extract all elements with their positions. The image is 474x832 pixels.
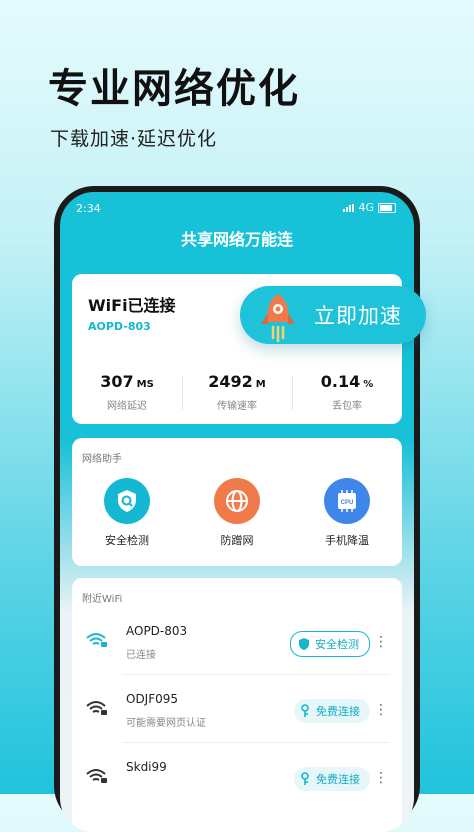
wifi-status-text: WiFi已连接 bbox=[88, 296, 176, 315]
security-check-label: 安全检测 bbox=[315, 638, 359, 651]
stats-row: 307 MS 网络延迟 2492 M 传输速率 0.14% 丢包率 bbox=[72, 372, 402, 412]
more-options-icon[interactable]: ⋮ bbox=[374, 700, 388, 720]
tool-phone-cooling[interactable]: CPU 手机降温 bbox=[292, 478, 402, 548]
stat-speed: 2492 M 传输速率 bbox=[182, 372, 292, 412]
nearby-title: 附近WiFi bbox=[82, 594, 123, 605]
free-connect-label: 免费连接 bbox=[316, 705, 360, 718]
tool-anti-leech-label: 防蹭网 bbox=[220, 534, 254, 547]
stat-latency-label: 网络延迟 bbox=[107, 401, 147, 412]
stat-packet-loss-label: 丢包率 bbox=[332, 401, 362, 412]
free-connect-button[interactable]: 免费连接 bbox=[294, 767, 370, 791]
svg-text:CPU: CPU bbox=[341, 500, 354, 506]
wifi-locked-icon bbox=[86, 700, 108, 720]
shield-search-icon bbox=[104, 478, 150, 524]
wifi-ssid: AOPD-803 bbox=[126, 624, 188, 638]
promo-subline: 下载加速·延迟优化 bbox=[50, 128, 218, 150]
wifi-row[interactable]: AOPD-803 已连接 安全检测 ⋮ bbox=[72, 606, 402, 672]
status-indicators: 4G bbox=[343, 201, 396, 214]
tool-anti-leech[interactable]: 防蹭网 bbox=[182, 478, 292, 548]
more-options-icon[interactable]: ⋮ bbox=[374, 632, 388, 652]
tool-cooling-label: 手机降温 bbox=[325, 534, 369, 547]
free-connect-label: 免费连接 bbox=[316, 773, 360, 786]
status-time: 2:34 bbox=[76, 202, 101, 215]
status-bar: 2:34 4G bbox=[60, 192, 414, 222]
wifi-status: 可能需要网页认证 bbox=[126, 718, 206, 729]
security-check-button[interactable]: 安全检测 bbox=[290, 631, 370, 657]
tool-security-label: 安全检测 bbox=[105, 534, 149, 547]
assistant-tools: 安全检测 防蹭网 CPU 手机降温 bbox=[72, 478, 402, 548]
signal-icon bbox=[343, 203, 355, 212]
tool-security-check[interactable]: 安全检测 bbox=[72, 478, 182, 548]
stat-latency-unit: MS bbox=[136, 379, 154, 390]
wifi-ssid: Skdi99 bbox=[126, 760, 167, 774]
wifi-locked-icon bbox=[86, 632, 108, 652]
free-connect-button[interactable]: 免费连接 bbox=[294, 699, 370, 723]
wifi-row[interactable]: Skdi99 免费连接 ⋮ bbox=[72, 742, 402, 808]
more-options-icon[interactable]: ⋮ bbox=[374, 768, 388, 788]
boost-label: 立即加速 bbox=[314, 304, 402, 328]
globe-icon bbox=[214, 478, 260, 524]
key-icon bbox=[300, 704, 312, 718]
phone-frame: 2:34 4G 共享网络万能连 WiFi已连接 AOPD-803 307 MS 网… bbox=[54, 186, 420, 832]
app-title: 共享网络万能连 bbox=[180, 230, 293, 249]
stat-packet-loss-value: 0.14 bbox=[320, 372, 361, 391]
network-assistant-card: 网络助手 安全检测 防蹭网 CPU 手机降温 bbox=[72, 438, 402, 566]
stat-latency: 307 MS 网络延迟 bbox=[72, 372, 182, 412]
assistant-title: 网络助手 bbox=[82, 454, 122, 465]
cpu-icon: CPU bbox=[324, 478, 370, 524]
wifi-ssid: ODJF095 bbox=[126, 692, 179, 706]
wifi-row[interactable]: ODJF095 可能需要网页认证 免费连接 ⋮ bbox=[72, 674, 402, 740]
promo-headline: 专业网络优化 bbox=[48, 66, 300, 112]
boost-button[interactable]: 立即加速 bbox=[240, 286, 426, 344]
stat-packet-loss-unit: % bbox=[363, 379, 374, 390]
stat-packet-loss: 0.14% 丢包率 bbox=[292, 372, 402, 412]
key-icon bbox=[300, 772, 312, 786]
stat-speed-label: 传输速率 bbox=[217, 401, 257, 412]
shield-icon bbox=[297, 637, 311, 651]
network-type: 4G bbox=[358, 201, 374, 214]
wifi-locked-icon bbox=[86, 768, 108, 788]
battery-icon bbox=[378, 202, 396, 213]
connected-ssid: AOPD-803 bbox=[88, 320, 151, 333]
stat-latency-value: 307 bbox=[100, 372, 134, 391]
wifi-status: 已连接 bbox=[126, 650, 156, 661]
rocket-icon bbox=[254, 290, 302, 348]
stat-speed-unit: M bbox=[255, 379, 266, 390]
stat-speed-value: 2492 bbox=[208, 372, 253, 391]
